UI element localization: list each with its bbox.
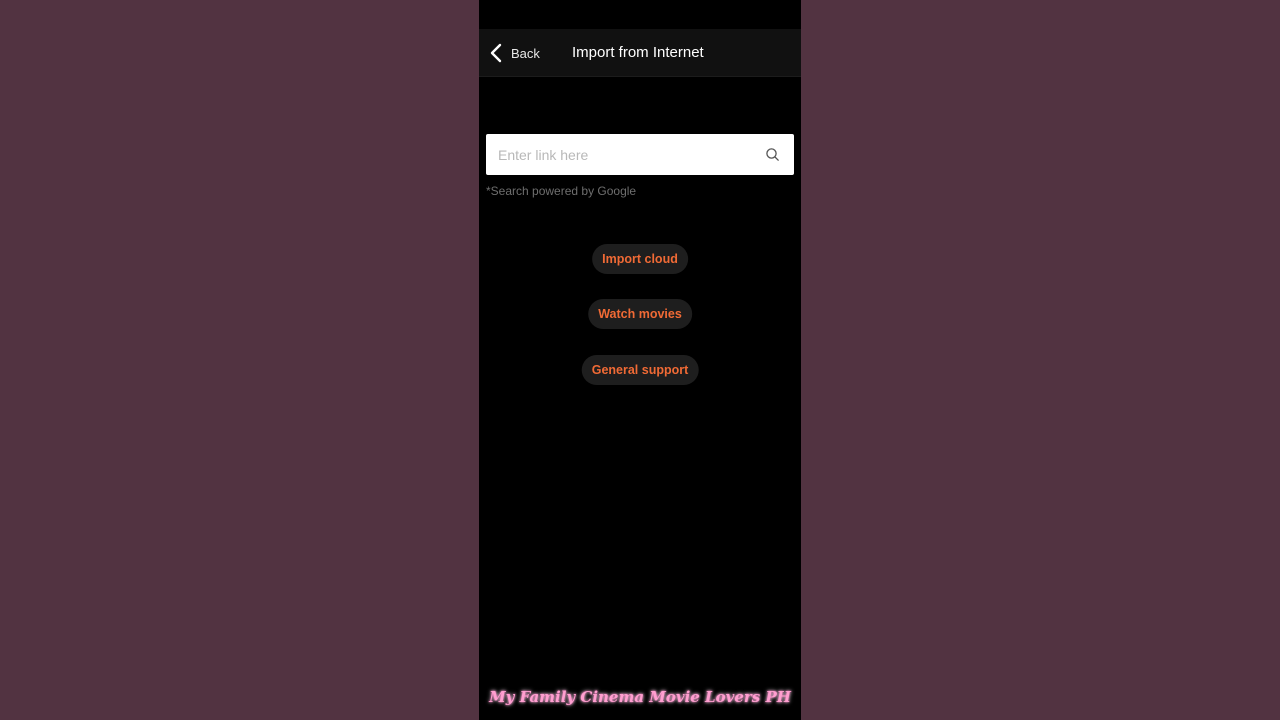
page-title: Import from Internet	[572, 44, 704, 61]
status-bar	[479, 0, 801, 29]
app-header: Back Import from Internet	[479, 29, 801, 77]
phone-screen: Back Import from Internet *Search powere…	[479, 0, 801, 720]
general-support-button[interactable]: General support	[581, 355, 699, 385]
link-search-box	[486, 134, 794, 175]
channel-watermark: My Family Cinema Movie Lovers PH	[489, 688, 791, 706]
chevron-left-icon	[489, 43, 503, 63]
search-icon[interactable]	[765, 147, 780, 162]
watch-movies-button[interactable]: Watch movies	[588, 299, 692, 329]
video-backdrop: Back Import from Internet *Search powere…	[0, 0, 1280, 720]
back-button[interactable]: Back	[489, 41, 540, 65]
import-cloud-button[interactable]: Import cloud	[592, 244, 688, 274]
back-label: Back	[511, 45, 540, 61]
link-input[interactable]	[498, 134, 753, 175]
search-powered-note: *Search powered by Google	[486, 184, 637, 198]
